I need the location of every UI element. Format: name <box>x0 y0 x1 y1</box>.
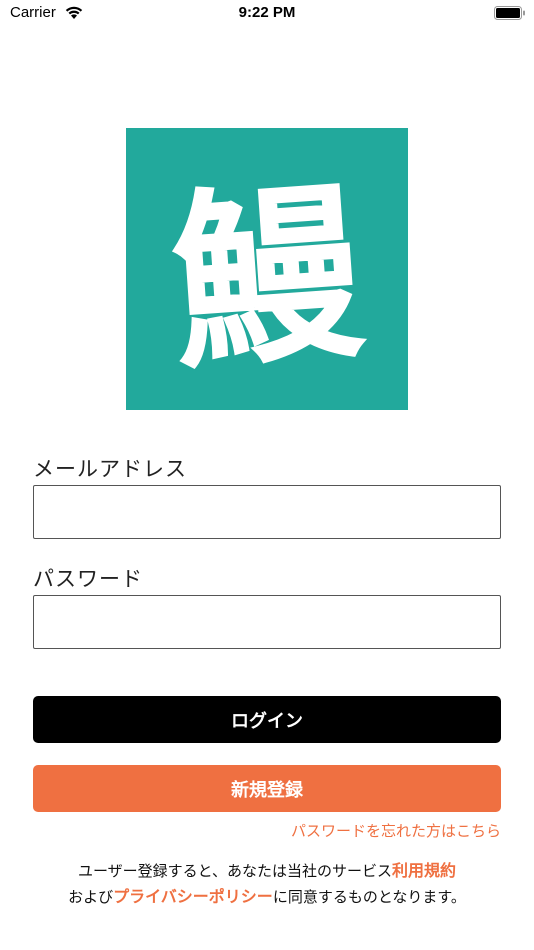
email-label: メールアドレス <box>33 457 187 481</box>
password-label: パスワード <box>33 567 143 591</box>
terms-middle: および <box>68 888 114 906</box>
status-time: 9:22 PM <box>238 4 296 21</box>
app-logo: 鰻 <box>126 128 408 410</box>
battery-icon <box>494 6 525 20</box>
email-field[interactable] <box>33 485 501 539</box>
password-field[interactable] <box>33 595 501 649</box>
login-button[interactable]: ログイン <box>33 696 501 743</box>
terms-suffix: に同意するものとなります。 <box>272 888 466 906</box>
status-bar: Carrier 9:22 PM <box>0 0 534 30</box>
terms-of-service-link[interactable]: 利用規約 <box>392 861 456 880</box>
register-button[interactable]: 新規登録 <box>33 765 501 812</box>
privacy-policy-link[interactable]: プライバシーポリシー <box>113 887 273 906</box>
logo-glyph: 鰻 <box>164 160 370 396</box>
forgot-password-link[interactable]: パスワードを忘れた方はこちら <box>291 820 501 841</box>
terms-notice: ユーザー登録すると、あなたは当社のサービス利用規約 およびプライバシーポリシーに… <box>0 858 534 910</box>
terms-prefix: ユーザー登録すると、あなたは当社のサービス <box>77 862 393 880</box>
